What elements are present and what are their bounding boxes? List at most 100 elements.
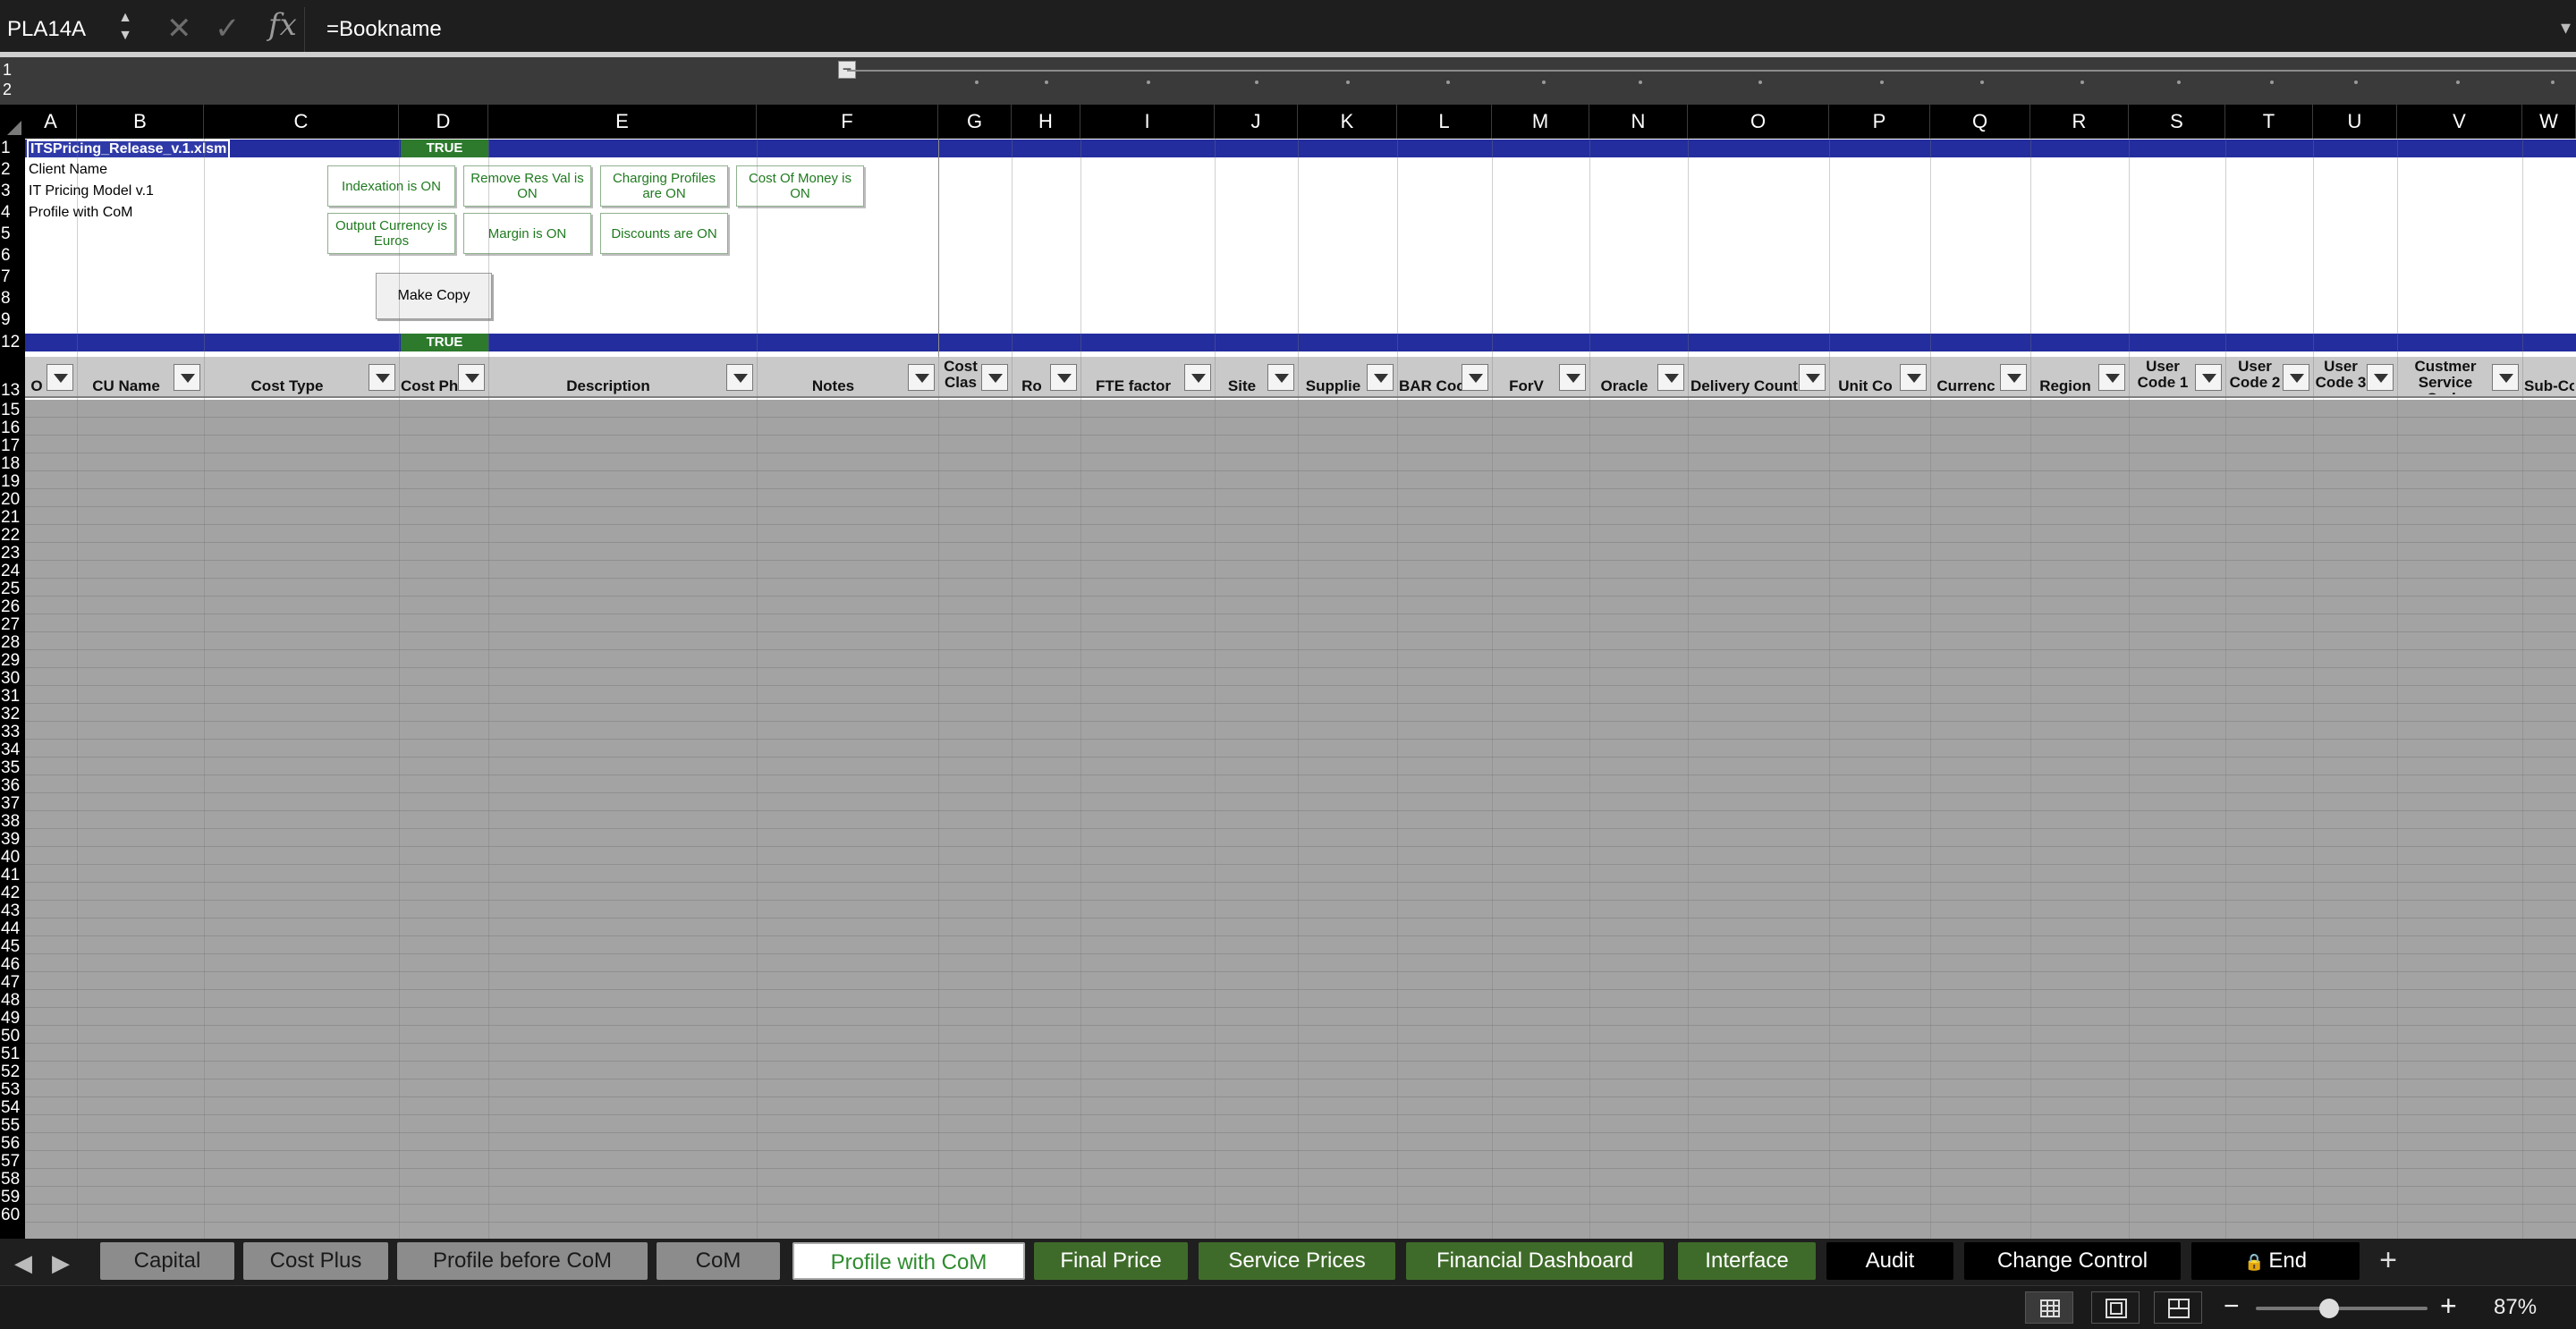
column-header-h[interactable]: H	[1012, 105, 1080, 139]
column-header-k[interactable]: K	[1298, 105, 1397, 139]
row-header-44[interactable]: 44	[0, 920, 25, 938]
filter-dropdown-icon[interactable]	[2195, 364, 2222, 391]
filter-dropdown-icon[interactable]	[174, 364, 200, 391]
zoom-slider-handle[interactable]	[2319, 1299, 2340, 1318]
row-header-1[interactable]: 1	[0, 140, 25, 157]
filter-dropdown-icon[interactable]	[908, 364, 935, 391]
row-header-53[interactable]: 53	[0, 1081, 25, 1099]
row-header-12[interactable]: 12	[0, 334, 25, 351]
row-header-5[interactable]: 5	[0, 225, 25, 243]
column-header-j[interactable]: J	[1215, 105, 1298, 139]
outline-level-1[interactable]: 1	[3, 61, 12, 80]
worksheet-grid[interactable]: ITSPricing_Release_v.1.xlsm TRUE Client …	[25, 139, 2576, 1239]
filter-dropdown-icon[interactable]	[726, 364, 753, 391]
row-header-23[interactable]: 23	[0, 545, 25, 563]
row-header-28[interactable]: 28	[0, 634, 25, 652]
row-header-39[interactable]: 39	[0, 831, 25, 849]
chevron-down-icon[interactable]: ▾	[2561, 16, 2571, 39]
sheet-tab-end[interactable]: 🔒 End	[2191, 1242, 2360, 1280]
formula-input[interactable]: =Bookname	[304, 7, 2558, 52]
sheet-tab-final-price[interactable]: Final Price	[1034, 1242, 1188, 1280]
row-header-13[interactable]: 13	[0, 382, 25, 400]
add-sheet-button[interactable]: +	[2370, 1242, 2406, 1280]
column-header-d[interactable]: D	[399, 105, 488, 139]
row-header-47[interactable]: 47	[0, 974, 25, 992]
row-header-43[interactable]: 43	[0, 902, 25, 920]
column-header-o[interactable]: O	[1688, 105, 1829, 139]
check-icon[interactable]: ✓	[215, 9, 241, 48]
zoom-in-button[interactable]: +	[2440, 1290, 2457, 1322]
row-header-3[interactable]: 3	[0, 182, 25, 200]
row-header-41[interactable]: 41	[0, 867, 25, 885]
sheet-tab-change-control[interactable]: Change Control	[1964, 1242, 2181, 1280]
row-header-45[interactable]: 45	[0, 938, 25, 956]
filter-dropdown-icon[interactable]	[1184, 364, 1211, 391]
page-layout-icon[interactable]	[2091, 1291, 2140, 1324]
res-val-toggle-button[interactable]: Remove Res Val is ON	[463, 165, 591, 207]
column-header-s[interactable]: S	[2129, 105, 2225, 139]
filter-dropdown-icon[interactable]	[47, 364, 73, 391]
filter-dropdown-icon[interactable]	[2098, 364, 2125, 391]
indexation-toggle-button[interactable]: Indexation is ON	[327, 165, 455, 207]
make-copy-button[interactable]: Make Copy	[376, 273, 492, 319]
zoom-out-button[interactable]: −	[2224, 1291, 2240, 1322]
row-header-37[interactable]: 37	[0, 795, 25, 813]
output-currency-toggle-button[interactable]: Output Currency is Euros	[327, 213, 455, 254]
column-header-g[interactable]: G	[938, 105, 1012, 139]
row-header-9[interactable]: 9	[0, 311, 25, 329]
sheet-tab-com[interactable]: CoM	[657, 1242, 780, 1280]
filter-dropdown-icon[interactable]	[1657, 364, 1684, 391]
charging-profiles-toggle-button[interactable]: Charging Profiles are ON	[600, 165, 728, 207]
filter-dropdown-icon[interactable]	[2492, 364, 2519, 391]
filter-dropdown-icon[interactable]	[1367, 364, 1394, 391]
row-header-56[interactable]: 56	[0, 1135, 25, 1153]
filter-dropdown-icon[interactable]	[458, 364, 485, 391]
row-header-21[interactable]: 21	[0, 509, 25, 527]
filter-dropdown-icon[interactable]	[1559, 364, 1586, 391]
sheet-tab-cost-plus[interactable]: Cost Plus	[243, 1242, 388, 1280]
row-header-50[interactable]: 50	[0, 1028, 25, 1045]
row-header-48[interactable]: 48	[0, 992, 25, 1010]
row-header-55[interactable]: 55	[0, 1117, 25, 1135]
filter-dropdown-icon[interactable]	[2283, 364, 2309, 391]
row-header-60[interactable]: 60	[0, 1206, 25, 1224]
row-header-59[interactable]: 59	[0, 1189, 25, 1206]
column-header-r[interactable]: R	[2030, 105, 2129, 139]
next-sheet-icon[interactable]: ▶	[52, 1249, 70, 1277]
column-header-c[interactable]: C	[204, 105, 399, 139]
column-header-t[interactable]: T	[2225, 105, 2313, 139]
filter-dropdown-icon[interactable]	[981, 364, 1008, 391]
column-header-w[interactable]: W	[2522, 105, 2576, 139]
row-header-26[interactable]: 26	[0, 598, 25, 616]
row-header-24[interactable]: 24	[0, 563, 25, 580]
cell-a2[interactable]: Client Name	[29, 162, 107, 178]
filter-dropdown-icon[interactable]	[1267, 364, 1294, 391]
cell-d1[interactable]: TRUE	[401, 140, 488, 157]
column-header-p[interactable]: P	[1829, 105, 1930, 139]
sheet-tab-financial-dashboard[interactable]: Financial Dashboard	[1406, 1242, 1664, 1280]
column-header-n[interactable]: N	[1589, 105, 1688, 139]
filter-dropdown-icon[interactable]	[1462, 364, 1488, 391]
sheet-tab-service-prices[interactable]: Service Prices	[1199, 1242, 1395, 1280]
page-break-icon[interactable]	[2154, 1291, 2202, 1324]
row-header-36[interactable]: 36	[0, 777, 25, 795]
column-header-a[interactable]: A	[25, 105, 77, 139]
row-header-19[interactable]: 19	[0, 473, 25, 491]
column-header-b[interactable]: B	[77, 105, 204, 139]
row-header-46[interactable]: 46	[0, 956, 25, 974]
sheet-tab-interface[interactable]: Interface	[1678, 1242, 1816, 1280]
row-header-33[interactable]: 33	[0, 724, 25, 741]
row-header-32[interactable]: 32	[0, 706, 25, 724]
row-header-22[interactable]: 22	[0, 527, 25, 545]
row-header-27[interactable]: 27	[0, 616, 25, 634]
column-header-f[interactable]: F	[757, 105, 938, 139]
filter-dropdown-icon[interactable]	[2000, 364, 2027, 391]
sheet-tab-profile-with-com[interactable]: Profile with CoM	[792, 1242, 1025, 1280]
row-header-18[interactable]: 18	[0, 455, 25, 473]
cell-a3[interactable]: IT Pricing Model v.1	[29, 183, 154, 199]
discounts-toggle-button[interactable]: Discounts are ON	[600, 213, 728, 254]
row-header-15[interactable]: 15	[0, 402, 25, 419]
select-all-corner[interactable]	[0, 105, 25, 139]
row-header-25[interactable]: 25	[0, 580, 25, 598]
name-box-stepper-icon[interactable]: ▲ ▼	[114, 9, 136, 45]
